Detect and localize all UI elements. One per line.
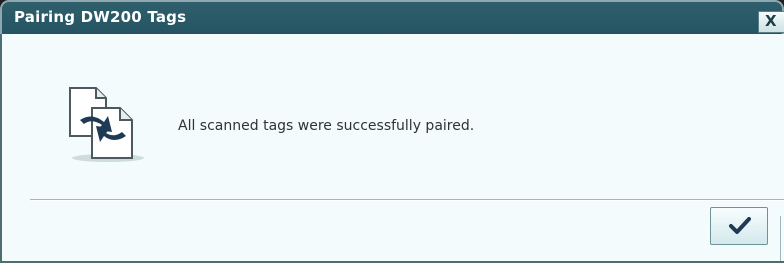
document-swap-icon xyxy=(62,84,148,164)
close-button[interactable]: X xyxy=(758,11,784,33)
pairing-dialog: Pairing DW200 Tags X All scanned tags we… xyxy=(0,0,784,263)
dialog-title: Pairing DW200 Tags xyxy=(14,8,187,26)
footer-divider xyxy=(30,199,784,201)
dialog-body: All scanned tags were successfully paire… xyxy=(0,34,784,263)
footer-edge xyxy=(780,216,781,261)
dialog-message: All scanned tags were successfully paire… xyxy=(178,118,475,134)
dialog-titlebar[interactable]: Pairing DW200 Tags X xyxy=(0,0,784,34)
ok-button[interactable] xyxy=(710,207,768,245)
checkmark-icon xyxy=(729,217,751,234)
